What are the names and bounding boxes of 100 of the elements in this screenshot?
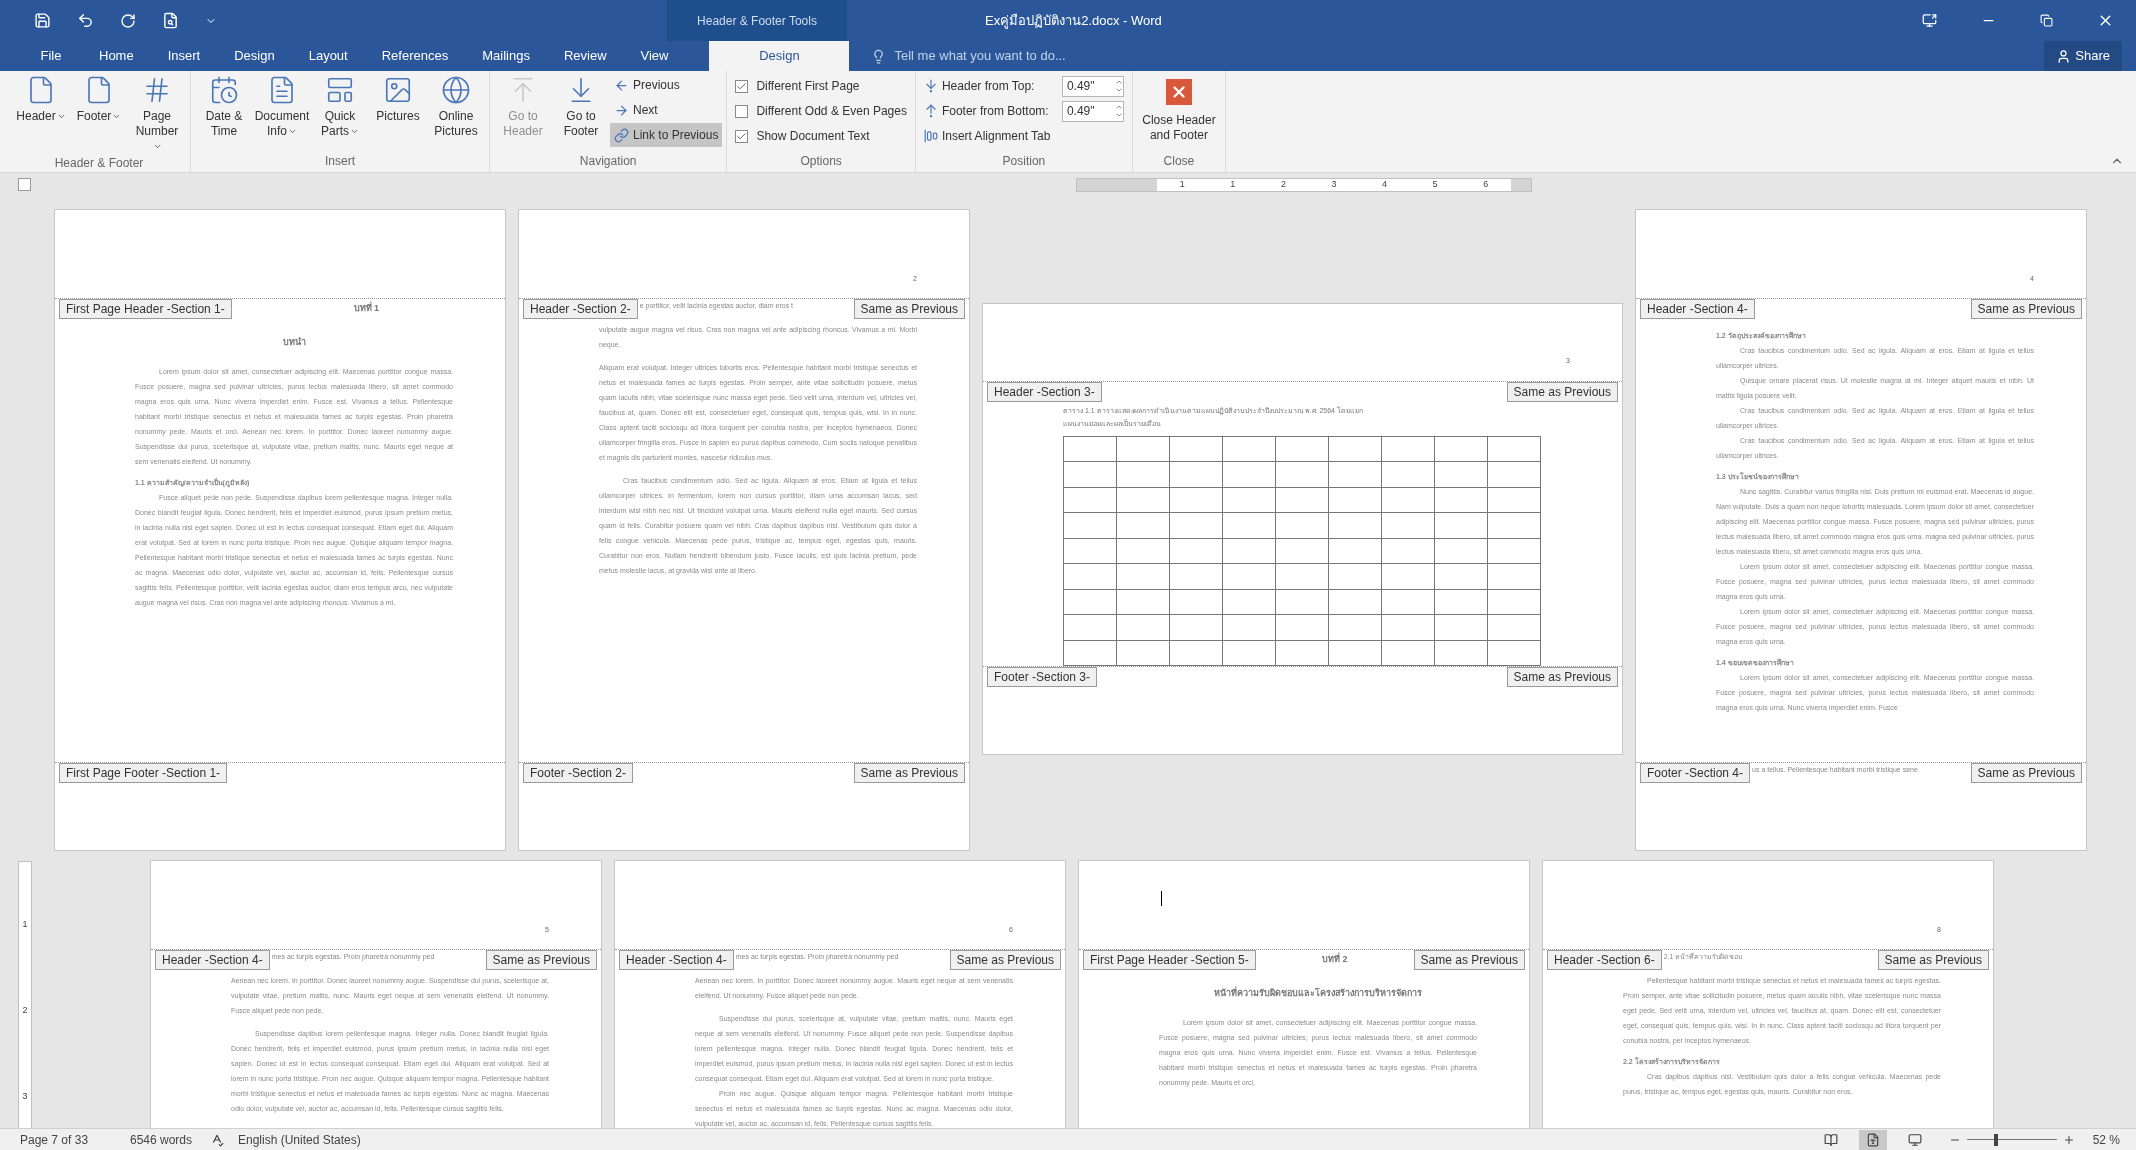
ribbon-small-button[interactable]: Insert Alignment Tab — [923, 125, 1124, 147]
section-tag: Footer -Section 4- — [1640, 763, 1751, 783]
ruler-number: 1 — [1230, 178, 1236, 192]
section-tag: Header -Section 4- — [1640, 299, 1755, 319]
ribbon-icon — [614, 77, 629, 93]
ruler-number: 1 — [1179, 178, 1185, 192]
ruler-number: 5 — [1432, 178, 1438, 192]
ribbon-button[interactable]: Online Pictures — [427, 71, 485, 139]
checkbox-label: Different Odd & Even Pages — [756, 103, 907, 120]
group-label: Insert — [324, 153, 356, 170]
word-count[interactable]: 6546 words — [130, 1130, 210, 1149]
ribbon-button[interactable]: Date & Time — [195, 71, 253, 139]
field-label: Header from Top: — [941, 78, 1036, 95]
header-title: บทที่ 2 — [1320, 951, 1349, 966]
section-tag: Same as Previous — [853, 299, 965, 319]
ribbon-button[interactable]: Page Number — [128, 71, 186, 154]
ribbon-icon — [923, 104, 938, 118]
section-tag: Same as Previous — [1877, 950, 1989, 970]
ribbon-display-options-icon[interactable] — [1922, 13, 1937, 28]
ribbon-button[interactable]: Document Info — [253, 71, 311, 139]
ribbon-icon — [614, 127, 629, 143]
checkbox[interactable] — [735, 79, 749, 93]
ribbon-button[interactable]: Quick Parts — [311, 71, 369, 139]
ribbon-tab[interactable]: Insert — [150, 41, 218, 71]
ribbon-small-button[interactable]: Previous — [610, 73, 723, 97]
zoom-slider[interactable] — [1966, 1133, 2057, 1146]
view-button[interactable] — [1858, 1129, 1887, 1150]
chapter-title: หน้าที่ความรับผิดชอบและโครงสร้างการบริหารจัดการ — [1213, 987, 1423, 1000]
ribbon-tab[interactable]: References — [364, 41, 466, 71]
person-icon — [2056, 48, 2072, 64]
section-tag: Same as Previous — [853, 763, 965, 783]
ribbon-icon — [383, 75, 413, 105]
ribbon-tab[interactable]: Mailings — [465, 41, 547, 71]
redo-icon[interactable] — [120, 12, 136, 29]
section-tag: Same as Previous — [1506, 667, 1618, 687]
ruler-number: 2 — [22, 1004, 28, 1018]
ruler-number: 3 — [22, 1090, 28, 1104]
group-label: Close — [1162, 153, 1196, 170]
ribbon-button[interactable]: Pictures — [369, 71, 427, 124]
page-count[interactable]: Page 7 of 33 — [20, 1130, 130, 1149]
ribbon-tab[interactable]: Layout — [291, 41, 365, 71]
spinner-field[interactable]: 0.49" — [1061, 100, 1124, 122]
ribbon-icon — [209, 75, 239, 105]
section-tag: Same as Previous — [1413, 950, 1525, 970]
section-tag: Footer -Section 3- — [987, 667, 1098, 687]
ribbon-icon — [325, 75, 355, 105]
close-header-footer-button[interactable]: Close Header and Footer — [1136, 71, 1221, 143]
checkbox[interactable] — [735, 129, 749, 143]
tell-me-input[interactable]: Tell me what you want to do... — [894, 46, 1195, 66]
ribbon-tab[interactable]: File — [20, 41, 82, 71]
ribbon-button[interactable]: Go to Footer — [552, 71, 610, 139]
print-preview-icon[interactable] — [162, 12, 179, 29]
tab-selector-icon[interactable] — [18, 178, 31, 191]
restore-icon[interactable] — [2040, 14, 2053, 27]
group-label: Position — [1001, 153, 1047, 170]
tell-me-field[interactable]: Tell me what you want to do... — [849, 41, 1270, 71]
group-label: Navigation — [578, 153, 638, 170]
ruler-number: 4 — [1382, 178, 1388, 192]
ribbon-small-button[interactable]: Link to Previous — [610, 123, 723, 147]
section-tag: Same as Previous — [1970, 763, 2082, 783]
ribbon-button[interactable]: Footer — [70, 71, 128, 124]
section-tag: Header -Section 3- — [987, 381, 1102, 402]
section-tag: Same as Previous — [1506, 381, 1618, 402]
zoom-level[interactable]: 52 % — [2092, 1130, 2120, 1149]
zoom-thumb[interactable] — [1993, 1133, 1998, 1146]
ruler-number: 2 — [1280, 178, 1286, 192]
ribbon-tab[interactable]: Design — [217, 41, 292, 71]
section-tag: Header -Section 6- — [1547, 950, 1662, 970]
ribbon-icon — [614, 102, 629, 118]
checkbox[interactable] — [735, 104, 749, 118]
section-tag: First Page Footer -Section 1- — [59, 763, 228, 783]
ribbon-icon — [923, 79, 938, 93]
zoom-in-icon[interactable] — [2062, 1133, 2075, 1146]
ribbon-tab[interactable]: Review — [546, 41, 624, 71]
undo-icon[interactable] — [77, 12, 94, 29]
checkbox-label: Show Document Text — [756, 128, 870, 145]
section-tag: Same as Previous — [1970, 299, 2082, 319]
section-tag: First Page Header -Section 1- — [59, 299, 232, 319]
view-icon — [1907, 1132, 1922, 1147]
ribbon-tab[interactable]: Home — [82, 41, 151, 71]
group-label: Options — [799, 153, 843, 170]
ribbon-icon — [923, 129, 938, 143]
ribbon-button[interactable]: Header — [12, 71, 70, 124]
share-button[interactable]: Share — [2044, 41, 2122, 71]
section-tag: Same as Previous — [485, 950, 597, 970]
section-tag: Header -Section 4- — [619, 950, 734, 970]
field-label: Footer from Bottom: — [941, 103, 1050, 120]
ruler-number: 3 — [1331, 178, 1337, 192]
proofing-icon[interactable] — [210, 1132, 224, 1147]
section-tag: Footer -Section 2- — [523, 763, 634, 783]
check-icon — [736, 130, 748, 142]
window-title: Exคู่มือปฏิบัติงาน2.docx - Word — [984, 11, 1163, 31]
save-icon[interactable] — [34, 12, 51, 29]
ribbon-tab[interactable]: View — [623, 41, 686, 71]
close-icon — [1165, 79, 1192, 105]
spinner-field[interactable]: 0.49" — [1061, 75, 1124, 97]
language-indicator[interactable]: English (United States) — [238, 1130, 361, 1149]
ribbon-tab[interactable]: Design — [709, 41, 850, 71]
ribbon-small-button[interactable]: Next — [610, 98, 723, 122]
view-icon — [1823, 1132, 1838, 1147]
